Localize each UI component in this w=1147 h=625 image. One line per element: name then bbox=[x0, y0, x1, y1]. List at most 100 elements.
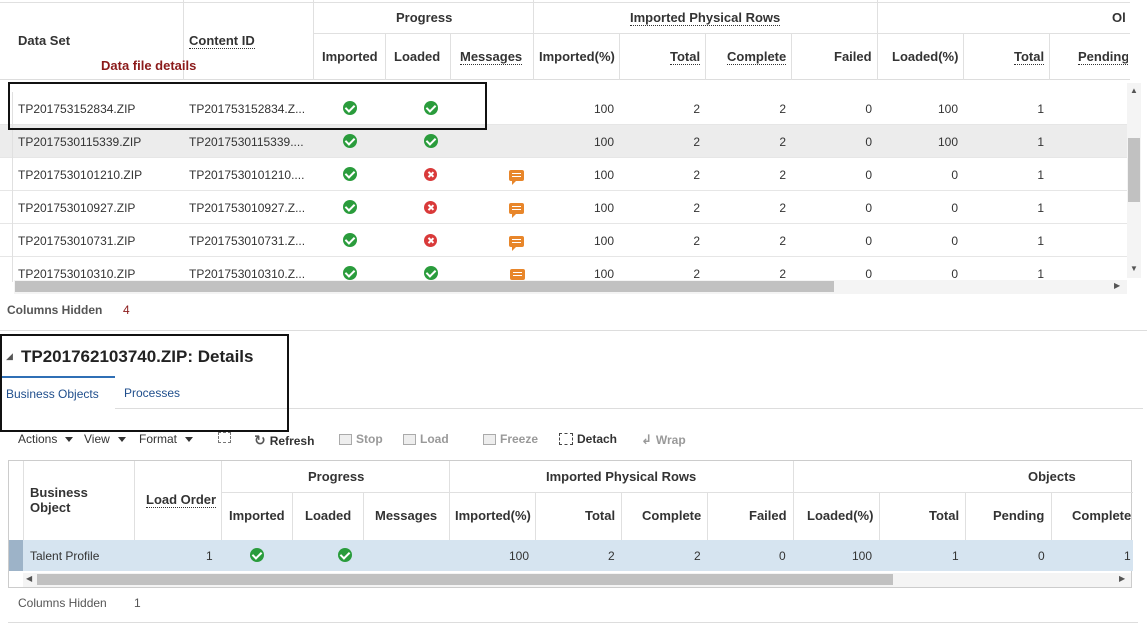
col-pending-details[interactable]: Pending bbox=[993, 508, 1044, 523]
wrap-icon: ↲ bbox=[641, 432, 652, 447]
col-imported-details[interactable]: Imported bbox=[229, 508, 285, 523]
actions-menu[interactable]: Actions bbox=[18, 432, 74, 446]
col-imported[interactable]: Imported bbox=[322, 49, 378, 64]
format-label: Format bbox=[139, 432, 178, 446]
scroll-left-icon[interactable]: ◀ bbox=[26, 574, 32, 583]
col-complete-details[interactable]: Complete bbox=[642, 508, 701, 523]
format-menu[interactable]: Format bbox=[139, 432, 194, 446]
stop-label: Stop bbox=[356, 432, 383, 446]
vertical-scrollbar[interactable]: ▲ ▼ bbox=[1127, 83, 1141, 278]
col-complete2-details[interactable]: Complete bbox=[1072, 508, 1132, 523]
cell-imported-pct: 100 bbox=[593, 267, 614, 281]
messages-message-icon[interactable] bbox=[509, 170, 524, 185]
col-total-objects[interactable]: Total bbox=[1014, 49, 1045, 65]
loaded-error-icon bbox=[424, 201, 437, 214]
wrap-button[interactable]: ↲ Wrap bbox=[641, 432, 686, 448]
col-business-object-line1[interactable]: Business bbox=[30, 485, 88, 500]
col-content-id[interactable]: Content ID bbox=[189, 33, 255, 49]
col-total[interactable]: Total bbox=[670, 49, 701, 65]
col-group-imported-physical-rows[interactable]: Imported Physical Rows bbox=[630, 10, 781, 26]
load-icon bbox=[403, 433, 416, 445]
col-messages-details[interactable]: Messages bbox=[375, 508, 437, 523]
row-selector[interactable] bbox=[9, 540, 23, 571]
cell-complete: 2 bbox=[779, 102, 786, 116]
table-row-selected[interactable]: Talent Profile 1 100 2 2 0 100 1 0 1 bbox=[9, 540, 1133, 571]
col-imported-pct[interactable]: Imported(%) bbox=[539, 49, 615, 64]
col-complete[interactable]: Complete bbox=[727, 49, 787, 65]
col-business-object-line2[interactable]: Object bbox=[30, 500, 70, 515]
col-group-imported-physical-rows-details: Imported Physical Rows bbox=[546, 469, 697, 484]
loaded-error-icon bbox=[424, 168, 437, 181]
cell-load-order: 1 bbox=[206, 549, 213, 563]
view-label: View bbox=[84, 432, 110, 446]
cell-failed: 0 bbox=[865, 267, 872, 281]
detach-button[interactable]: Detach bbox=[559, 432, 617, 446]
col-loaded[interactable]: Loaded bbox=[394, 49, 440, 64]
cell-content-id[interactable]: TP201753010310.Z... bbox=[189, 267, 311, 281]
columns-hidden-count[interactable]: 4 bbox=[123, 303, 130, 317]
stop-button[interactable]: Stop bbox=[339, 432, 383, 446]
col-failed-details[interactable]: Failed bbox=[749, 508, 787, 523]
details-horizontal-scrollbar[interactable]: ◀ ▶ bbox=[23, 573, 1131, 587]
cell-total-objects: 1 bbox=[1037, 234, 1044, 248]
cell-content-id[interactable]: TP2017530115339.... bbox=[189, 135, 311, 149]
col-imported-pct-details[interactable]: Imported(%) bbox=[455, 508, 531, 523]
cell-total: 2 bbox=[693, 102, 700, 116]
col-total-objects-details[interactable]: Total bbox=[929, 508, 959, 523]
table-row[interactable]: TP201753010310.ZIP TP201753010310.Z... 100… bbox=[0, 257, 1127, 282]
details-horizontal-scroll-thumb[interactable] bbox=[37, 574, 893, 585]
col-pending[interactable]: Pending bbox=[1078, 49, 1128, 65]
cell-data-set[interactable]: TP2017530115339.ZIP bbox=[18, 135, 178, 149]
vertical-scroll-thumb[interactable] bbox=[1128, 138, 1140, 202]
columns-hidden-label: Columns Hidden bbox=[7, 303, 103, 317]
col-messages[interactable]: Messages bbox=[460, 49, 523, 65]
cell-complete: 2 bbox=[779, 168, 786, 182]
data-file-details-annotation: Data file details bbox=[101, 58, 197, 73]
details-columns-hidden-count[interactable]: 1 bbox=[134, 596, 141, 610]
refresh-button[interactable]: ↻ Refresh bbox=[254, 432, 314, 449]
query-by-example-button[interactable] bbox=[218, 432, 231, 443]
details-scroll-right-icon[interactable]: ▶ bbox=[1119, 574, 1125, 583]
scroll-right-icon[interactable]: ▶ bbox=[1114, 281, 1120, 290]
messages-message-icon[interactable] bbox=[509, 203, 524, 218]
scroll-down-icon[interactable]: ▼ bbox=[1130, 264, 1138, 273]
messages-message-icon[interactable] bbox=[509, 236, 524, 251]
col-loaded-pct[interactable]: Loaded(%) bbox=[892, 49, 958, 64]
cell-imported-pct: 100 bbox=[593, 102, 614, 116]
cell-data-set[interactable]: TP201753010731.ZIP bbox=[18, 234, 178, 248]
col-loaded-details[interactable]: Loaded bbox=[305, 508, 351, 523]
details-columns-hidden-label: Columns Hidden bbox=[18, 596, 107, 610]
col-group-objects-details: Objects bbox=[1028, 469, 1076, 484]
table-row[interactable]: TP201753010731.ZIP TP201753010731.Z... 100… bbox=[0, 224, 1127, 257]
horizontal-scroll-thumb[interactable] bbox=[15, 281, 834, 292]
cell-loaded-pct: 100 bbox=[937, 102, 958, 116]
cell-complete2: 1 bbox=[1124, 549, 1131, 563]
freeze-button[interactable]: Freeze bbox=[483, 432, 538, 446]
col-load-order[interactable]: Load Order bbox=[146, 492, 217, 508]
cell-content-id[interactable]: TP2017530101210.... bbox=[189, 168, 311, 182]
col-failed[interactable]: Failed bbox=[834, 49, 872, 64]
cell-data-set[interactable]: TP2017530101210.ZIP bbox=[18, 168, 178, 182]
messages-message-icon[interactable] bbox=[510, 269, 525, 282]
col-loaded-pct-details[interactable]: Loaded(%) bbox=[807, 508, 873, 523]
col-group-objects: Ol bbox=[1112, 10, 1126, 25]
load-button[interactable]: Load bbox=[403, 432, 449, 446]
qbe-icon bbox=[218, 432, 231, 443]
cell-failed: 0 bbox=[865, 168, 872, 182]
col-total-details[interactable]: Total bbox=[585, 508, 615, 523]
cell-total-objects: 1 bbox=[1037, 267, 1044, 281]
scroll-up-icon[interactable]: ▲ bbox=[1130, 86, 1138, 95]
cell-imported-pct: 100 bbox=[593, 168, 614, 182]
table-row[interactable]: TP201753010927.ZIP TP201753010927.Z... 100… bbox=[0, 191, 1127, 224]
table-row[interactable]: TP2017530101210.ZIP TP2017530101210.... 10… bbox=[0, 158, 1127, 191]
view-menu[interactable]: View bbox=[84, 432, 126, 446]
cell-business-object[interactable]: Talent Profile bbox=[30, 549, 99, 563]
cell-data-set[interactable]: TP201753010927.ZIP bbox=[18, 201, 178, 215]
cell-loaded-pct: 0 bbox=[951, 201, 958, 215]
cell-content-id[interactable]: TP201753010927.Z... bbox=[189, 201, 311, 215]
cell-content-id[interactable]: TP201753010731.Z... bbox=[189, 234, 311, 248]
imported-success-icon bbox=[343, 200, 357, 214]
horizontal-scrollbar[interactable]: ▶ bbox=[14, 280, 1127, 294]
cell-data-set[interactable]: TP201753010310.ZIP bbox=[18, 267, 178, 281]
col-data-set[interactable]: Data Set bbox=[18, 33, 70, 48]
